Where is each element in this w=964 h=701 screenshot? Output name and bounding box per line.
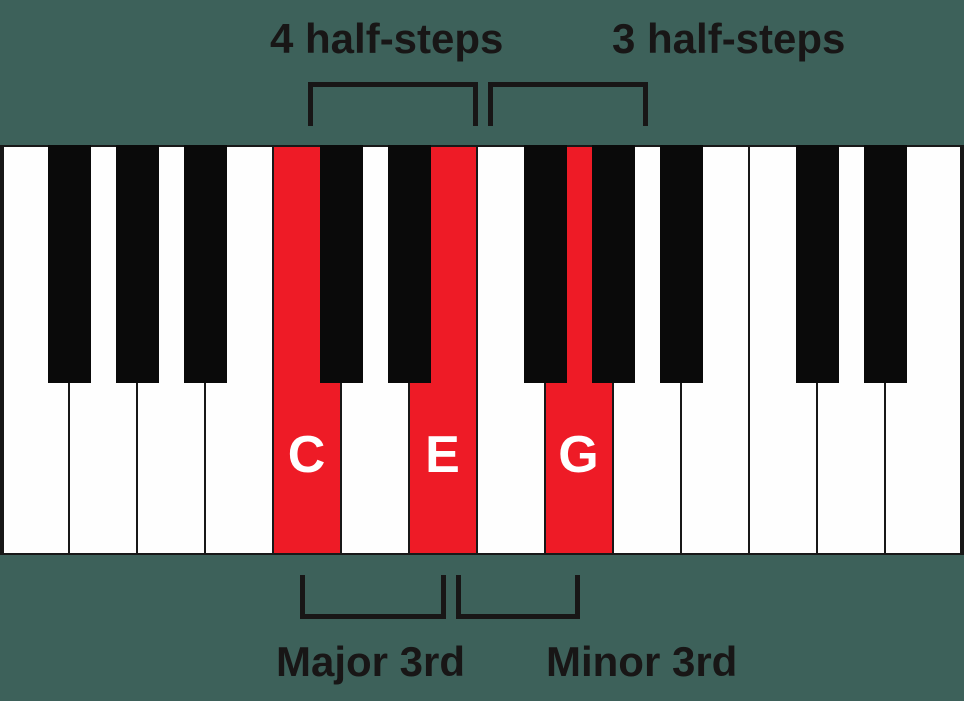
bracket-bottom-left: [300, 575, 446, 619]
label-bottom-left: Major 3rd: [276, 638, 465, 686]
bracket-top-left: [308, 82, 478, 126]
piano-keyboard: C E G: [0, 145, 964, 555]
label-bottom-right: Minor 3rd: [546, 638, 737, 686]
chord-diagram: 4 half-steps 3 half-steps C E G: [0, 0, 964, 701]
black-key-4: [388, 145, 431, 383]
black-key-5: [524, 145, 567, 383]
black-key-8: [796, 145, 839, 383]
black-key-3: [320, 145, 363, 383]
note-label-c: C: [274, 425, 340, 485]
label-top-right: 3 half-steps: [612, 15, 845, 63]
black-key-1: [116, 145, 159, 383]
note-label-e: E: [410, 425, 476, 485]
bracket-top-right: [488, 82, 648, 126]
black-key-0: [48, 145, 91, 383]
note-label-g: G: [546, 425, 612, 485]
label-top-left: 4 half-steps: [270, 15, 503, 63]
bracket-bottom-right: [456, 575, 580, 619]
black-key-6: [592, 145, 635, 383]
black-key-7: [660, 145, 703, 383]
black-key-9: [864, 145, 907, 383]
black-key-2: [184, 145, 227, 383]
